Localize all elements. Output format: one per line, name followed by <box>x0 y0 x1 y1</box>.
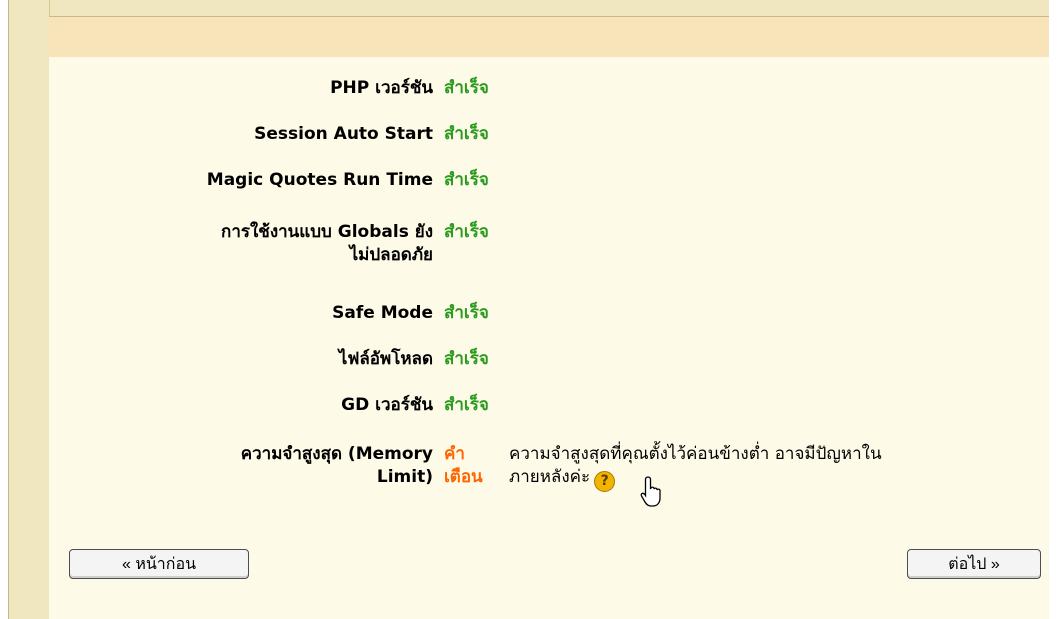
status-line2: เตือน <box>444 467 483 487</box>
check-status: สำเร็จ <box>444 303 489 323</box>
check-label: ไฟล์อัพโหลด <box>338 349 433 369</box>
check-label: Safe Mode <box>332 303 433 323</box>
status-line1: คำ <box>444 444 465 464</box>
check-label: การใช้งานแบบ Globals ยัง ไม่ปลอดภัย <box>13 221 433 267</box>
check-label: Session Auto Start <box>254 124 433 144</box>
next-button[interactable]: ต่อไป » <box>907 549 1041 579</box>
check-label: PHP เวอร์ชัน <box>330 78 433 98</box>
requirements-panel: PHP เวอร์ชัน สำเร็จ Session Auto Start ส… <box>49 57 1049 619</box>
check-status-warning: คำ เตือน <box>444 443 504 489</box>
hand-pointer-icon <box>640 476 661 507</box>
warning-message-line2-text: ภายหลังค่ะ <box>509 467 591 487</box>
warning-message-line1: ความจำสูงสุดที่คุณตั้งไว้ค่อนข้างต่ำ อาจ… <box>509 444 882 464</box>
check-label: ความจำสูงสุด (Memory Limit) <box>13 443 433 489</box>
check-label: GD เวอร์ชัน <box>341 395 433 415</box>
check-label-line2: ไม่ปลอดภัย <box>349 245 433 265</box>
check-status: สำเร็จ <box>444 170 489 190</box>
previous-page-button[interactable]: « หน้าก่อน <box>69 549 249 579</box>
warning-message-line2: ภายหลังค่ะ? <box>509 466 1029 492</box>
help-question-icon[interactable]: ? <box>594 471 616 492</box>
header-band <box>49 16 1049 57</box>
installer-frame: PHP เวอร์ชัน สำเร็จ Session Auto Start ส… <box>8 0 1049 619</box>
warning-message: ความจำสูงสุดที่คุณตั้งไว้ค่อนข้างต่ำ อาจ… <box>509 443 1029 492</box>
check-status: สำเร็จ <box>444 395 489 415</box>
check-label-line1: ความจำสูงสุด (Memory <box>240 444 433 464</box>
check-label-line2: Limit) <box>376 467 433 487</box>
check-status: สำเร็จ <box>444 222 489 242</box>
check-label: Magic Quotes Run Time <box>206 170 433 190</box>
check-status: สำเร็จ <box>444 124 489 144</box>
check-status: สำเร็จ <box>444 349 489 369</box>
check-label-line1: การใช้งานแบบ Globals ยัง <box>221 222 433 242</box>
check-status: สำเร็จ <box>444 78 489 98</box>
